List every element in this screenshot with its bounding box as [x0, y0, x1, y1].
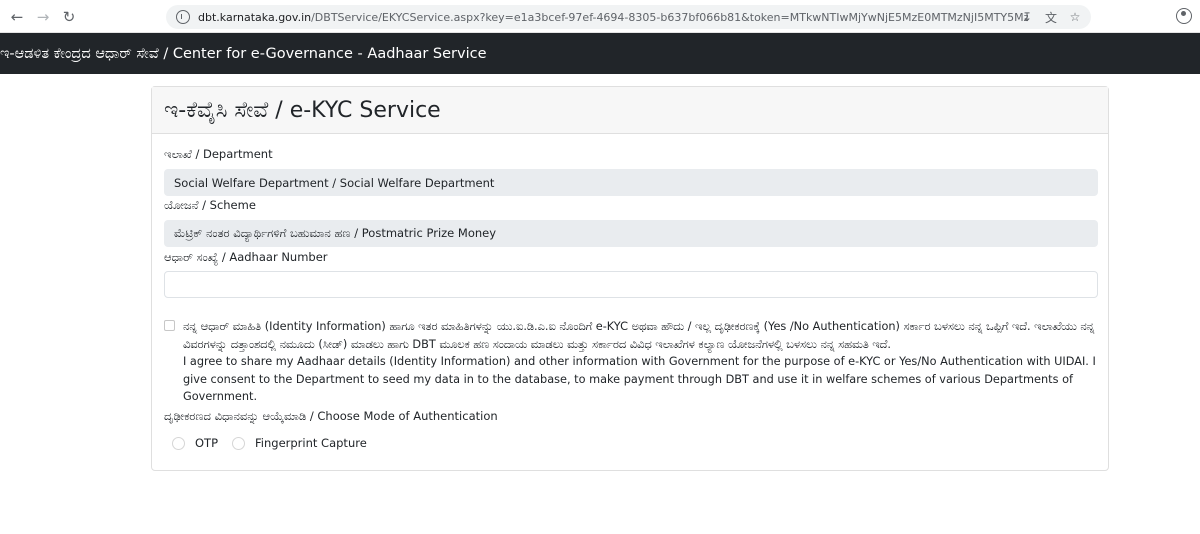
- otp-radio[interactable]: [172, 436, 185, 450]
- consent-checkbox[interactable]: [164, 320, 175, 331]
- otp-radio-label[interactable]: OTP: [195, 436, 218, 450]
- consent-block: ನನ್ನ ಆಧಾರ್ ಮಾಹಿತಿ (Identity Information)…: [164, 318, 1098, 406]
- url-text[interactable]: dbt.karnataka.gov.in/DBTService/EKYCServ…: [198, 11, 1028, 24]
- forward-arrow-icon[interactable]: →: [32, 6, 54, 28]
- card-header: ಇ-ಕೆವೈಸಿ ಸೇವೆ / e-KYC Service: [152, 87, 1108, 134]
- auth-mode-options: OTP Fingerprint Capture: [172, 436, 379, 450]
- department-label: ಇಲಾಖೆ / Department: [164, 147, 273, 161]
- fingerprint-radio[interactable]: [232, 436, 246, 450]
- install-app-icon[interactable]: ↧: [1019, 9, 1035, 25]
- fingerprint-radio-label[interactable]: Fingerprint Capture: [255, 436, 367, 450]
- scheme-field: ಮೆಟ್ರಿಕ್ ನಂತರ ವಿದ್ಯಾರ್ಥಿಗಳಿಗೆ ಬಹುಮಾನ ಹಣ …: [164, 220, 1098, 247]
- bookmark-star-icon[interactable]: ☆: [1067, 9, 1083, 25]
- department-field: Social Welfare Department / Social Welfa…: [164, 169, 1098, 196]
- aadhaar-number-input[interactable]: [164, 271, 1098, 298]
- navbar-brand[interactable]: ಇ-ಆಡಳಿತ ಕೇಂದ್ರದ ಆಧಾರ್ ಸೇವೆ / Center for …: [0, 46, 487, 62]
- browser-toolbar: ← → ↻ dbt.karnataka.gov.in/DBTService/EK…: [0, 0, 1200, 33]
- reload-icon[interactable]: ↻: [58, 6, 80, 28]
- top-navbar: ಇ-ಆಡಳಿತ ಕೇಂದ್ರದ ಆಧಾರ್ ಸೇವೆ / Center for …: [0, 33, 1200, 74]
- ekyc-card: ಇ-ಕೆವೈಸಿ ಸೇವೆ / e-KYC Service ಇಲಾಖೆ / De…: [151, 86, 1109, 471]
- consent-text-english: I agree to share my Aadhaar details (Ide…: [183, 355, 1096, 403]
- profile-icon[interactable]: [1176, 8, 1192, 24]
- page-title: ಇ-ಕೆವೈಸಿ ಸೇವೆ / e-KYC Service: [164, 97, 441, 123]
- site-info-icon[interactable]: [176, 10, 190, 24]
- address-bar[interactable]: dbt.karnataka.gov.in/DBTService/EKYCServ…: [166, 5, 1091, 29]
- scheme-label: ಯೋಜನೆ / Scheme: [164, 198, 256, 212]
- consent-text-kannada: ನನ್ನ ಆಧಾರ್ ಮಾಹಿತಿ (Identity Information)…: [183, 320, 1095, 351]
- translate-icon[interactable]: 文: [1043, 9, 1059, 25]
- back-arrow-icon[interactable]: ←: [6, 6, 28, 28]
- auth-mode-label: ದೃಢೀಕರಣದ ವಿಧಾನವನ್ನು ಆಯ್ಕೆಮಾಡಿ / Choose M…: [164, 409, 498, 423]
- aadhaar-label: ಆಧಾರ್ ಸಂಖ್ಯೆ / Aadhaar Number: [164, 250, 328, 264]
